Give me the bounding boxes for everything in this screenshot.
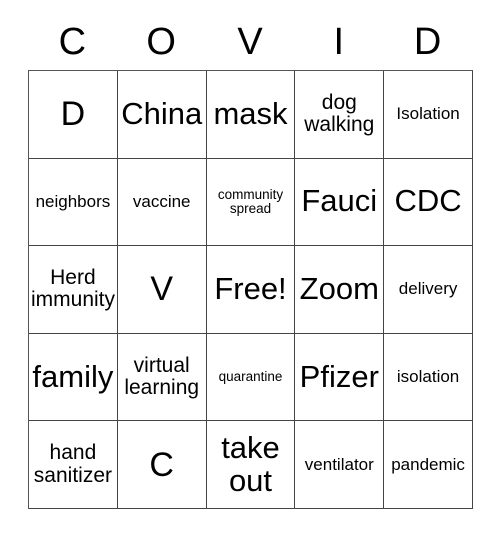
- bingo-cell-r2c4[interactable]: Fauci: [295, 158, 385, 247]
- bingo-cell-r2c5[interactable]: CDC: [384, 158, 473, 247]
- bingo-cell-label: V: [150, 270, 174, 309]
- bingo-header-letter-3: V: [237, 21, 263, 63]
- bingo-cell-label: China: [121, 95, 203, 131]
- bingo-card: C O V I D D China mask dog walking Isola…: [28, 14, 473, 509]
- bingo-cell-label: D: [60, 95, 86, 134]
- bingo-cell-r4c2[interactable]: virtual learning: [117, 333, 207, 422]
- bingo-header: C O V I D: [28, 14, 472, 70]
- bingo-cell-label: CDC: [394, 183, 462, 219]
- bingo-cell-r3c5[interactable]: delivery: [384, 246, 473, 334]
- bingo-cell-r4c5[interactable]: isolation: [384, 333, 473, 422]
- bingo-cell-r3c4[interactable]: Zoom: [295, 246, 385, 334]
- bingo-cell-r2c1[interactable]: neighbors: [29, 158, 118, 247]
- bingo-cell-label: Herd immunity: [31, 266, 116, 312]
- bingo-cell-label: neighbors: [35, 191, 111, 211]
- bingo-row: hand sanitizer C take out ventilator pan…: [29, 421, 473, 509]
- bingo-cell-label: vaccine: [132, 191, 191, 211]
- bingo-cell-label: Fauci: [301, 183, 378, 219]
- bingo-cell-label: Zoom: [299, 271, 379, 307]
- bingo-cell-label: ventilator: [304, 454, 374, 474]
- bingo-cell-label: pandemic: [391, 454, 465, 474]
- bingo-cell-label: Isolation: [396, 104, 460, 124]
- bingo-cell-label: community spread: [217, 186, 284, 216]
- bingo-cell-r5c1[interactable]: hand sanitizer: [29, 421, 118, 509]
- bingo-cell-r1c2[interactable]: China: [117, 71, 207, 159]
- bingo-row: Herd immunity V Free! Zoom delivery: [29, 246, 473, 334]
- bingo-row: D China mask dog walking Isolation: [29, 71, 473, 159]
- bingo-cell-label: family: [32, 358, 114, 394]
- bingo-cell-r3c1[interactable]: Herd immunity: [29, 246, 118, 334]
- bingo-header-letter-1: C: [58, 21, 87, 63]
- bingo-cell-r5c5[interactable]: pandemic: [384, 421, 473, 509]
- bingo-row: neighbors vaccine community spread Fauci…: [29, 158, 473, 247]
- bingo-cell-r1c1[interactable]: D: [29, 71, 118, 159]
- bingo-cell-label: mask: [213, 95, 288, 131]
- bingo-cell-r2c2[interactable]: vaccine: [117, 158, 207, 247]
- bingo-header-letter-2: O: [146, 21, 176, 63]
- bingo-cell-r5c4[interactable]: ventilator: [295, 421, 385, 509]
- bingo-cell-label: quarantine: [218, 368, 283, 384]
- bingo-cell-label: dog walking: [304, 91, 375, 137]
- bingo-cell-r2c3[interactable]: community spread: [206, 158, 296, 247]
- bingo-grid: D China mask dog walking Isolation neigh…: [28, 70, 473, 509]
- bingo-cell-r4c3[interactable]: quarantine: [206, 333, 296, 422]
- bingo-cell-r5c2[interactable]: C: [117, 421, 207, 509]
- bingo-cell-r5c3[interactable]: take out: [206, 421, 296, 509]
- bingo-cell-label: virtual learning: [124, 353, 200, 400]
- bingo-cell-r3c2[interactable]: V: [117, 246, 207, 334]
- bingo-cell-label: Pfizer: [299, 358, 379, 394]
- bingo-cell-label: hand sanitizer: [33, 441, 112, 487]
- bingo-cell-free-space[interactable]: Free!: [206, 246, 296, 334]
- bingo-cell-r1c3[interactable]: mask: [206, 71, 296, 159]
- bingo-cell-r4c4[interactable]: Pfizer: [295, 333, 385, 422]
- bingo-cell-r1c5[interactable]: Isolation: [384, 71, 473, 159]
- bingo-cell-label: C: [149, 445, 174, 484]
- bingo-cell-label: delivery: [398, 279, 458, 299]
- bingo-cell-r1c4[interactable]: dog walking: [295, 71, 385, 159]
- bingo-cell-r4c1[interactable]: family: [29, 333, 118, 422]
- bingo-cell-label: Free!: [214, 271, 287, 307]
- bingo-cell-label: take out: [221, 429, 280, 498]
- bingo-header-letter-4: I: [333, 21, 345, 63]
- bingo-cell-label: isolation: [396, 367, 460, 387]
- bingo-header-letter-5: D: [413, 21, 442, 63]
- bingo-row: family virtual learning quarantine Pfize…: [29, 333, 473, 422]
